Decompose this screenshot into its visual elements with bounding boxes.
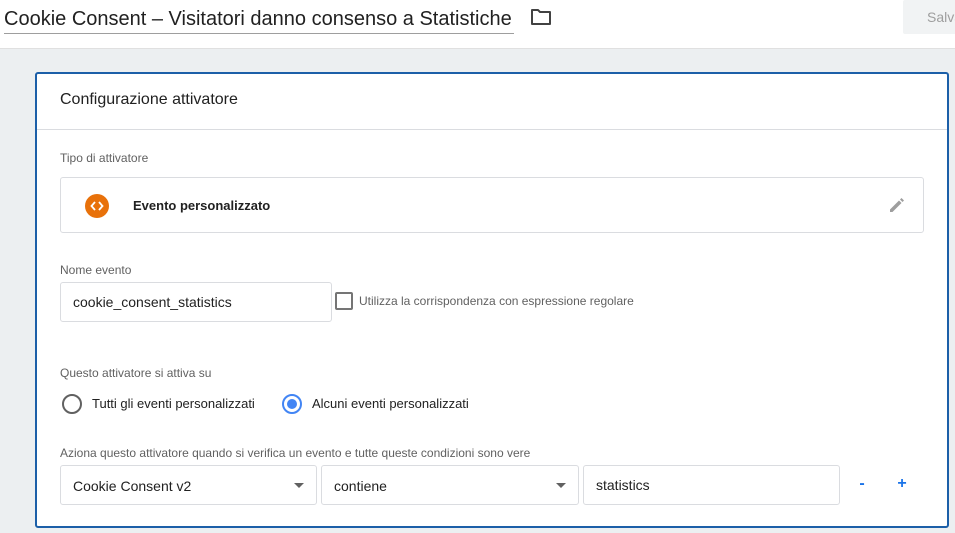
radio-some-events-label: Alcuni eventi personalizzati [312,396,469,411]
radio-all-events[interactable] [62,394,82,414]
fires-on-label: Questo attivatore si attiva su [60,366,212,380]
card-title: Configurazione attivatore [60,91,238,108]
event-name-label: Nome evento [60,263,132,277]
caret-down-icon [294,483,304,488]
save-button[interactable]: Salva [903,0,955,34]
operator-select[interactable]: contiene [321,465,579,505]
conditions-label: Aziona questo attivatore quando si verif… [60,446,531,460]
radio-all-events-label: Tutti gli eventi personalizzati [92,396,255,411]
trigger-configuration-card: Configurazione attivatore Tipo di attiva… [35,72,949,528]
trigger-type-value: Evento personalizzato [133,198,271,213]
variable-select[interactable]: Cookie Consent v2 [60,465,317,505]
caret-down-icon [556,483,566,488]
remove-condition-button[interactable]: - [850,472,874,496]
regex-checkbox[interactable] [335,292,353,310]
regex-checkbox-label: Utilizza la corrispondenza con espressio… [359,294,634,308]
top-bar: Cookie Consent – Visitatori danno consen… [0,0,955,49]
operator-select-value: contiene [334,478,387,494]
condition-value-input[interactable] [583,465,840,505]
card-header: Configurazione attivatore [37,74,947,130]
pencil-icon[interactable] [887,195,907,215]
event-name-input[interactable] [60,282,332,322]
trigger-type-selector[interactable]: Evento personalizzato [60,177,924,233]
custom-event-icon [85,194,109,218]
add-condition-button[interactable]: + [890,472,914,496]
trigger-type-label: Tipo di attivatore [60,151,149,165]
radio-some-events[interactable] [282,394,302,414]
trigger-name-title[interactable]: Cookie Consent – Visitatori danno consen… [4,5,514,34]
variable-select-value: Cookie Consent v2 [73,478,192,494]
folder-icon[interactable] [530,7,552,27]
